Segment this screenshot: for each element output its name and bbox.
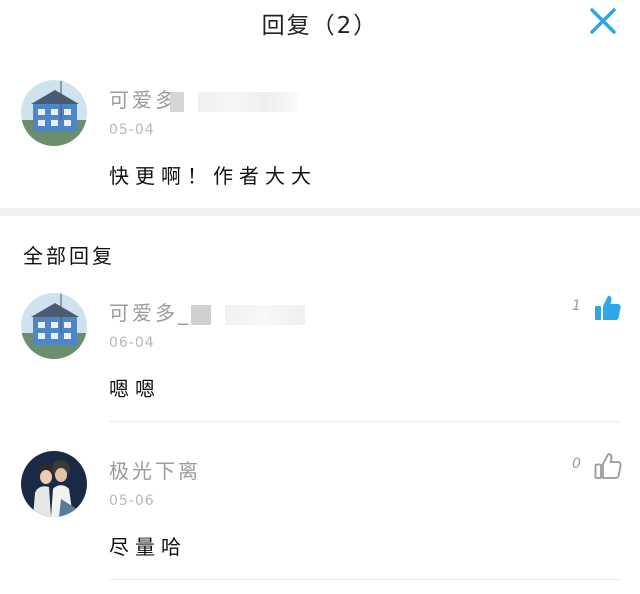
section-title: 全部回复	[23, 244, 115, 268]
redaction-block	[198, 91, 298, 112]
house-photo-avatar	[21, 80, 87, 146]
section-divider	[0, 208, 640, 216]
commenter-name[interactable]: 可爱多_	[109, 297, 305, 326]
redaction-block	[191, 304, 211, 325]
couple-photo-avatar	[21, 451, 87, 517]
commenter-name[interactable]: 极光下离	[109, 455, 201, 484]
like-count: 1	[572, 298, 581, 314]
avatar[interactable]	[21, 293, 87, 359]
comment-date: 06-04	[109, 335, 155, 351]
redaction-block	[225, 304, 305, 325]
comment-date: 05-06	[109, 493, 155, 509]
thumbs-up-filled-icon[interactable]	[593, 293, 623, 323]
comment-date: 05-04	[109, 122, 155, 138]
avatar[interactable]	[21, 80, 87, 146]
like-count: 0	[572, 456, 581, 472]
commenter-name[interactable]: 可爱多	[109, 84, 298, 113]
comment-text: 嗯嗯	[109, 377, 161, 401]
thumbs-up-outline-icon[interactable]	[593, 451, 623, 481]
row-separator	[109, 421, 620, 422]
row-separator	[109, 579, 620, 580]
comment-text: 快更啊！作者大大	[109, 164, 317, 188]
main-comment: 可爱多 05-04 快更啊！作者大大	[0, 0, 640, 208]
redaction-block	[170, 91, 184, 112]
house-photo-avatar	[21, 293, 87, 359]
comment-text: 尽量哈	[109, 535, 187, 559]
avatar[interactable]	[21, 451, 87, 517]
